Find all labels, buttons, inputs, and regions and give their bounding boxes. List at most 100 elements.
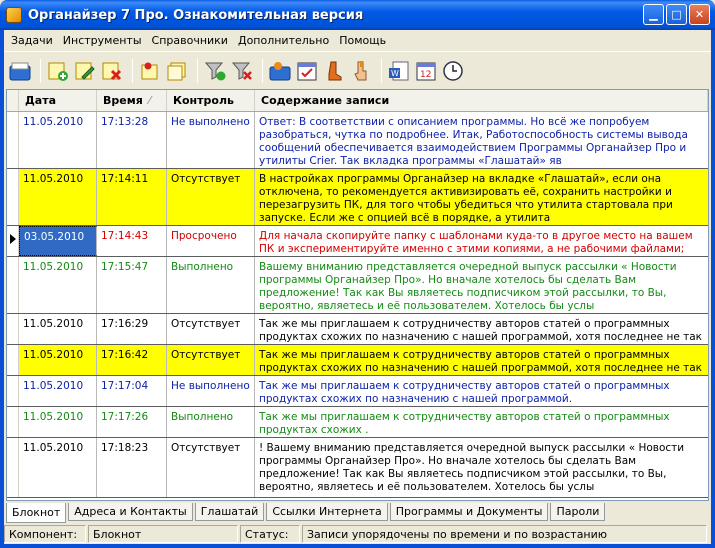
cell-control[interactable]: Не выполнено [167, 112, 255, 168]
calendar-12-icon[interactable]: 12 [414, 59, 438, 83]
row-indicator [7, 257, 19, 313]
row-indicator [7, 226, 19, 256]
close-button[interactable]: ✕ [689, 4, 710, 25]
cell-text[interactable]: Так же мы приглашаем к сотрудничеству ав… [255, 345, 708, 375]
menu-item-extra[interactable]: Дополнительно [233, 34, 334, 47]
sort-ascending-icon: ⁄ [148, 94, 151, 107]
cell-control[interactable]: Не выполнено [167, 376, 255, 406]
tab-programs-documents[interactable]: Программы и Документы [389, 503, 549, 521]
row-indicator [7, 314, 19, 344]
cell-time[interactable]: 17:16:42 [97, 345, 167, 375]
toolbar-separator [197, 58, 198, 83]
add-note-icon[interactable] [46, 59, 70, 83]
svg-text:12: 12 [420, 70, 431, 80]
cell-date[interactable]: 11.05.2010 [19, 438, 97, 497]
cell-text[interactable]: Вашему вниманию представляется очередной… [255, 257, 708, 313]
cell-text[interactable]: Для начала скопируйте папку с шаблонами … [255, 226, 708, 256]
cell-time[interactable]: 17:15:47 [97, 257, 167, 313]
cell-date[interactable]: 11.05.2010 [19, 314, 97, 344]
window-frame-bottom [0, 544, 715, 548]
menu-bar: Задачи Инструменты Справочники Дополните… [4, 30, 711, 50]
cell-date[interactable]: 11.05.2010 [19, 257, 97, 313]
pin-note-icon[interactable] [138, 59, 162, 83]
column-header-date[interactable]: Дата [19, 90, 97, 111]
cell-date[interactable]: 11.05.2010 [19, 407, 97, 437]
clock-icon[interactable] [441, 59, 465, 83]
menu-item-references[interactable]: Справочники [147, 34, 233, 47]
cell-time[interactable]: 17:17:04 [97, 376, 167, 406]
row-indicator [7, 438, 19, 497]
table-row[interactable]: 11.05.2010 17:15:47 Выполнено Вашему вни… [7, 257, 708, 314]
boot-icon[interactable] [322, 59, 346, 83]
window-frame-right [711, 30, 715, 548]
grid-header: Дата Время ⁄ Контроль Содержание записи [7, 90, 708, 112]
word-export-icon[interactable]: W [387, 59, 411, 83]
column-header-text[interactable]: Содержание записи [255, 90, 708, 111]
cell-time[interactable]: 17:14:43 [97, 226, 167, 256]
tab-internet-links[interactable]: Ссылки Интернета [266, 503, 388, 521]
table-row[interactable]: 11.05.2010 17:13:28 Не выполнено Ответ: … [7, 112, 708, 169]
menu-item-tasks[interactable]: Задачи [6, 34, 58, 47]
minimize-button[interactable]: ▁ [643, 4, 664, 25]
column-header-control[interactable]: Контроль [167, 90, 255, 111]
cell-text[interactable]: Так же мы приглашаем к сотрудничеству ав… [255, 376, 708, 406]
cell-text[interactable]: В настройках программы Органайзер на вкл… [255, 169, 708, 225]
table-row[interactable]: 11.05.2010 17:16:42 Отсутствует Так же м… [7, 345, 708, 376]
clear-filter-icon[interactable] [230, 59, 254, 83]
toolbar-separator [262, 58, 263, 83]
column-header-time[interactable]: Время ⁄ [97, 90, 167, 111]
notes-grid: Дата Время ⁄ Контроль Содержание записи … [6, 89, 709, 501]
cell-control[interactable]: Отсутствует [167, 314, 255, 344]
table-row[interactable]: 11.05.2010 17:17:04 Не выполнено Так же … [7, 376, 708, 407]
table-row[interactable]: 11.05.2010 17:18:23 Отсутствует ! Вашему… [7, 438, 708, 498]
calendar-check-icon[interactable] [295, 59, 319, 83]
table-row[interactable]: 11.05.2010 17:16:29 Отсутствует Так же м… [7, 314, 708, 345]
table-row[interactable]: 03.05.2010 17:14:43 Просрочено Для начал… [7, 226, 708, 257]
cell-date[interactable]: 11.05.2010 [19, 169, 97, 225]
tab-crier[interactable]: Глашатай [194, 503, 265, 521]
cell-text[interactable]: Ответ: В соответствии с описанием програ… [255, 112, 708, 168]
filter-icon[interactable] [203, 59, 227, 83]
status-bar: Компонент: Блокнот Статус: Записи упоряд… [4, 524, 711, 544]
table-row[interactable]: 11.05.2010 17:17:26 Выполнено Так же мы … [7, 407, 708, 438]
window-controls: ▁ □ ✕ [643, 4, 710, 25]
status-label: Статус: [240, 525, 300, 543]
hand-icon[interactable] [349, 59, 373, 83]
cell-text[interactable]: ! Вашему вниманию представляется очередн… [255, 438, 708, 497]
row-indicator [7, 376, 19, 406]
maximize-button[interactable]: □ [666, 4, 687, 25]
title-bar: Органайзер 7 Про. Ознакомительная версия… [0, 0, 715, 30]
tab-notepad[interactable]: Блокнот [6, 503, 67, 523]
edit-note-icon[interactable] [73, 59, 97, 83]
notes-list-icon[interactable] [165, 59, 189, 83]
table-row[interactable]: 11.05.2010 17:14:11 Отсутствует В настро… [7, 169, 708, 226]
cell-control[interactable]: Выполнено [167, 407, 255, 437]
status-value: Записи упорядочены по времени и по возра… [302, 525, 707, 543]
menu-item-help[interactable]: Помощь [334, 34, 391, 47]
cell-text[interactable]: Так же мы приглашаем к сотрудничеству ав… [255, 314, 708, 344]
app-icon [6, 7, 22, 23]
cell-control[interactable]: Отсутствует [167, 438, 255, 497]
cell-time[interactable]: 17:17:26 [97, 407, 167, 437]
cell-time[interactable]: 17:14:11 [97, 169, 167, 225]
cell-text[interactable]: Так же мы приглашаем к сотрудничеству ав… [255, 407, 708, 437]
menu-item-tools[interactable]: Инструменты [58, 34, 147, 47]
row-indicator-header [7, 90, 19, 111]
cell-date[interactable]: 03.05.2010 [19, 226, 97, 256]
cell-date[interactable]: 11.05.2010 [19, 376, 97, 406]
folder-blue-icon[interactable] [268, 59, 292, 83]
status-component-value: Блокнот [88, 525, 238, 543]
tab-addresses-contacts[interactable]: Адреса и Контакты [68, 503, 193, 521]
cell-date[interactable]: 11.05.2010 [19, 345, 97, 375]
cell-control[interactable]: Отсутствует [167, 169, 255, 225]
delete-note-icon[interactable] [100, 59, 124, 83]
cell-time[interactable]: 17:13:28 [97, 112, 167, 168]
cell-control[interactable]: Выполнено [167, 257, 255, 313]
cell-time[interactable]: 17:16:29 [97, 314, 167, 344]
cell-control[interactable]: Просрочено [167, 226, 255, 256]
tab-passwords[interactable]: Пароли [550, 503, 606, 521]
cell-date[interactable]: 11.05.2010 [19, 112, 97, 168]
open-folder-icon[interactable] [8, 59, 32, 83]
cell-time[interactable]: 17:18:23 [97, 438, 167, 497]
cell-control[interactable]: Отсутствует [167, 345, 255, 375]
